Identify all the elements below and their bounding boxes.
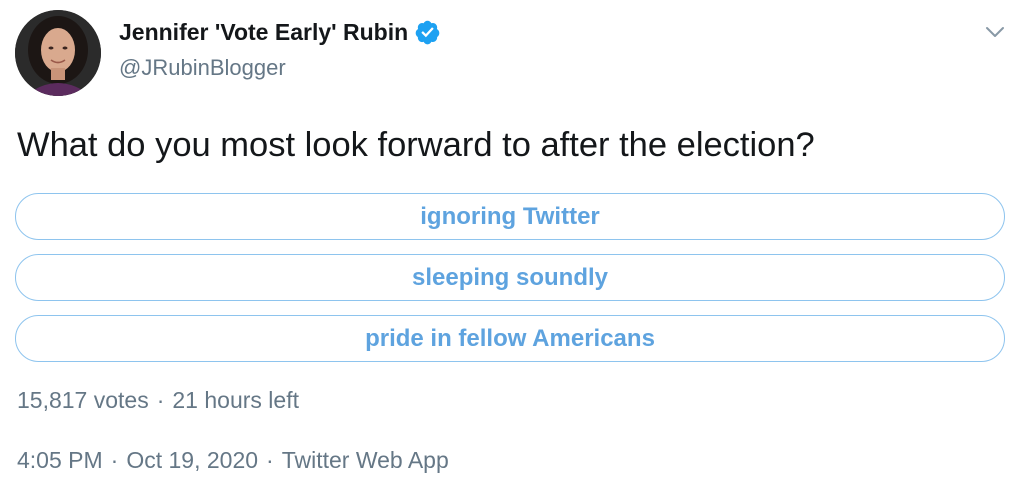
poll-option-label: sleeping soundly <box>411 263 609 291</box>
tweet-source[interactable]: Twitter Web App <box>282 447 449 473</box>
poll-time-left: 21 hours left <box>172 387 299 413</box>
author-name-text: Jennifer 'Vote Early' Rubin <box>119 19 409 45</box>
verified-badge-icon <box>414 19 441 46</box>
tweet-timestamp-row: 4:05 PM · Oct 19, 2020 · Twitter Web App <box>17 447 449 474</box>
tweet-text: What do you most look forward to after t… <box>17 126 815 164</box>
profile-photo <box>15 10 101 96</box>
poll-option-label: ignoring Twitter <box>420 202 600 230</box>
poll-option-ignoring-twitter[interactable]: ignoring Twitter <box>15 193 1005 240</box>
separator: · <box>156 387 165 413</box>
tweet-time[interactable]: 4:05 PM <box>17 447 103 473</box>
poll-summary: 15,817 votes · 21 hours left <box>17 387 299 414</box>
tweet-date[interactable]: Oct 19, 2020 <box>126 447 258 473</box>
poll-option-label: pride in fellow Americans <box>365 324 655 352</box>
avatar[interactable] <box>15 10 101 96</box>
tweet-card: Jennifer 'Vote Early' Rubin @JRubinBlogg… <box>0 0 1033 494</box>
separator: · <box>110 447 119 473</box>
separator: · <box>266 447 274 473</box>
poll-vote-count: 15,817 votes <box>17 387 149 413</box>
poll-option-sleeping-soundly[interactable]: sleeping soundly <box>15 254 1005 301</box>
author-display-name[interactable]: Jennifer 'Vote Early' Rubin <box>119 19 441 46</box>
chevron-down-icon[interactable] <box>983 22 1007 42</box>
poll-option-pride-in-fellow-americans[interactable]: pride in fellow Americans <box>15 315 1005 362</box>
author-handle[interactable]: @JRubinBlogger <box>119 55 286 81</box>
